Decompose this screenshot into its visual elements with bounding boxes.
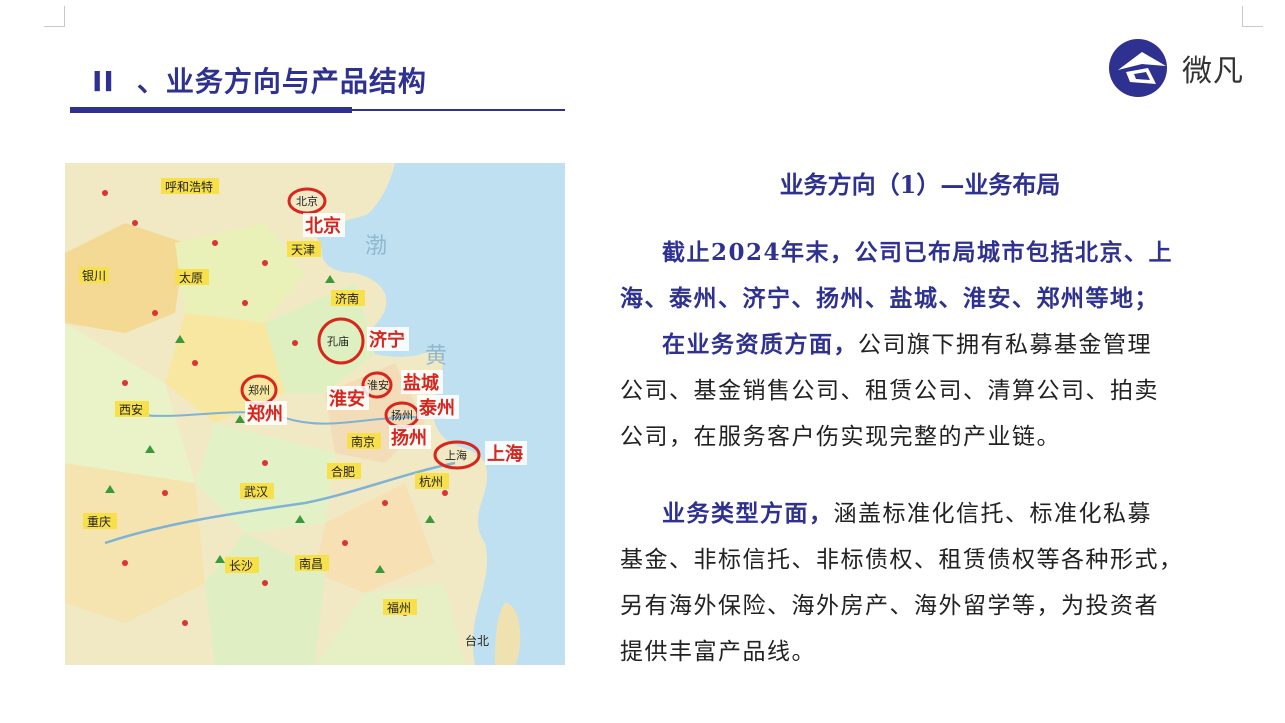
map-dot-yangzhou: 扬州 xyxy=(391,408,413,422)
map-image: 呼和浩特 太原 银川 天津 济南 西安 南京 合肥 武汉 杭州 重庆 南昌 长沙… xyxy=(65,163,565,665)
map-label-tianjin: 天津 xyxy=(291,243,315,257)
map-label-huaian: 淮安 xyxy=(329,388,365,410)
map-label-nanchang: 南昌 xyxy=(299,556,323,571)
paragraph-layout-and-qualifications: 截止2024年末，公司已布局城市包括北京、上 海、泰州、济宁、扬州、盐城、淮安、… xyxy=(620,230,1220,460)
qualification-line-3: 公司，在服务客户伤实现完整的产业链。 xyxy=(620,424,1061,450)
qualification-line-2: 公司、基金销售公司、租赁公司、清算公司、拍卖 xyxy=(620,378,1159,404)
paragraph-business-types: 业务类型方面，涵盖标准化信托、标准化私募 基金、非标信托、非标债权、租赁债权等各… xyxy=(620,491,1220,675)
map-label-shanghai: 上海 xyxy=(487,443,523,465)
map-label-chongqing: 重庆 xyxy=(87,515,111,529)
slide: II 、业务方向与产品结构 微凡 呼和浩特 太原 银川 天津 济南 西安 南京 … xyxy=(0,0,1285,723)
map-label-yancheng: 盐城 xyxy=(403,372,439,394)
map-label-hangzhou: 杭州 xyxy=(419,474,443,489)
map-label-yinchuan: 银川 xyxy=(82,269,106,283)
corner-mark-left xyxy=(44,6,65,27)
map-label-fuzhou: 福州 xyxy=(387,600,411,615)
business-type-line-1: 业务类型方面，涵盖标准化信托、标准化私募 xyxy=(620,491,1220,537)
map-label-yangzhou: 扬州 xyxy=(391,427,427,449)
corner-mark-right xyxy=(1242,6,1263,27)
company-logo: 微凡 xyxy=(1108,38,1244,98)
map-label-jining: 济宁 xyxy=(369,329,405,351)
business-layout-map: 呼和浩特 太原 银川 天津 济南 西安 南京 合肥 武汉 杭州 重庆 南昌 长沙… xyxy=(65,163,565,665)
map-label-nanjing: 南京 xyxy=(351,434,375,449)
qualification-text-1: 公司旗下拥有私募基金管理 xyxy=(858,332,1152,358)
map-label-sea-huang: 黄 xyxy=(425,344,447,369)
layout-line-2: 海、泰州、济宁、扬州、盐城、淮安、郑州等地； xyxy=(620,285,1159,312)
content-heading: 业务方向（1）—业务布局 xyxy=(779,170,1061,199)
map-label-wuhan: 武汉 xyxy=(244,485,268,499)
map-label-taiyuan: 太原 xyxy=(179,270,203,285)
map-dot-qufu: 孔庙 xyxy=(327,334,349,348)
title-underline-thick xyxy=(70,107,352,113)
map-label-beijing: 北京 xyxy=(305,215,341,237)
map-dot-shanghai: 上海 xyxy=(445,448,467,462)
section-title: 、业务方向与产品结构 xyxy=(136,65,427,98)
page-title: II 、业务方向与产品结构 xyxy=(92,60,427,100)
business-type-line-4: 提供丰富产品线。 xyxy=(620,639,816,665)
section-number: II xyxy=(92,65,115,98)
title-underline-thin xyxy=(352,109,565,111)
map-label-zhengzhou: 郑州 xyxy=(247,403,283,425)
map-label-huhehaote: 呼和浩特 xyxy=(165,179,213,194)
qualification-line-1: 在业务资质方面，公司旗下拥有私募基金管理 xyxy=(620,322,1220,368)
business-type-line-3: 另有海外保险、海外房产、海外留学等，为投资者 xyxy=(620,593,1159,619)
qualification-highlight: 在业务资质方面， xyxy=(662,331,858,358)
map-label-taibei: 台北 xyxy=(465,633,489,648)
map-label-changsha: 长沙 xyxy=(229,559,253,573)
map-label-taizhou: 泰州 xyxy=(418,397,455,419)
business-type-highlight: 业务类型方面， xyxy=(662,500,834,527)
logo-text: 微凡 xyxy=(1182,54,1244,89)
map-label-sea-bohai: 渤 xyxy=(365,234,387,259)
logo-mark-icon xyxy=(1109,39,1167,97)
business-type-line-2: 基金、非标信托、非标债权、租赁债权等各种形式， xyxy=(620,547,1184,573)
business-type-text-1: 涵盖标准化信托、标准化私募 xyxy=(833,501,1152,527)
layout-line-1: 截止2024年末，公司已布局城市包括北京、上 xyxy=(662,239,1174,266)
map-dot-zhengzhou: 郑州 xyxy=(248,383,270,397)
map-dot-huaian: 淮安 xyxy=(367,378,389,392)
map-label-hefei: 合肥 xyxy=(331,464,355,479)
map-label-jinan: 济南 xyxy=(335,291,359,306)
map-label-xian: 西安 xyxy=(119,402,143,417)
map-dot-beijing: 北京 xyxy=(296,194,318,208)
